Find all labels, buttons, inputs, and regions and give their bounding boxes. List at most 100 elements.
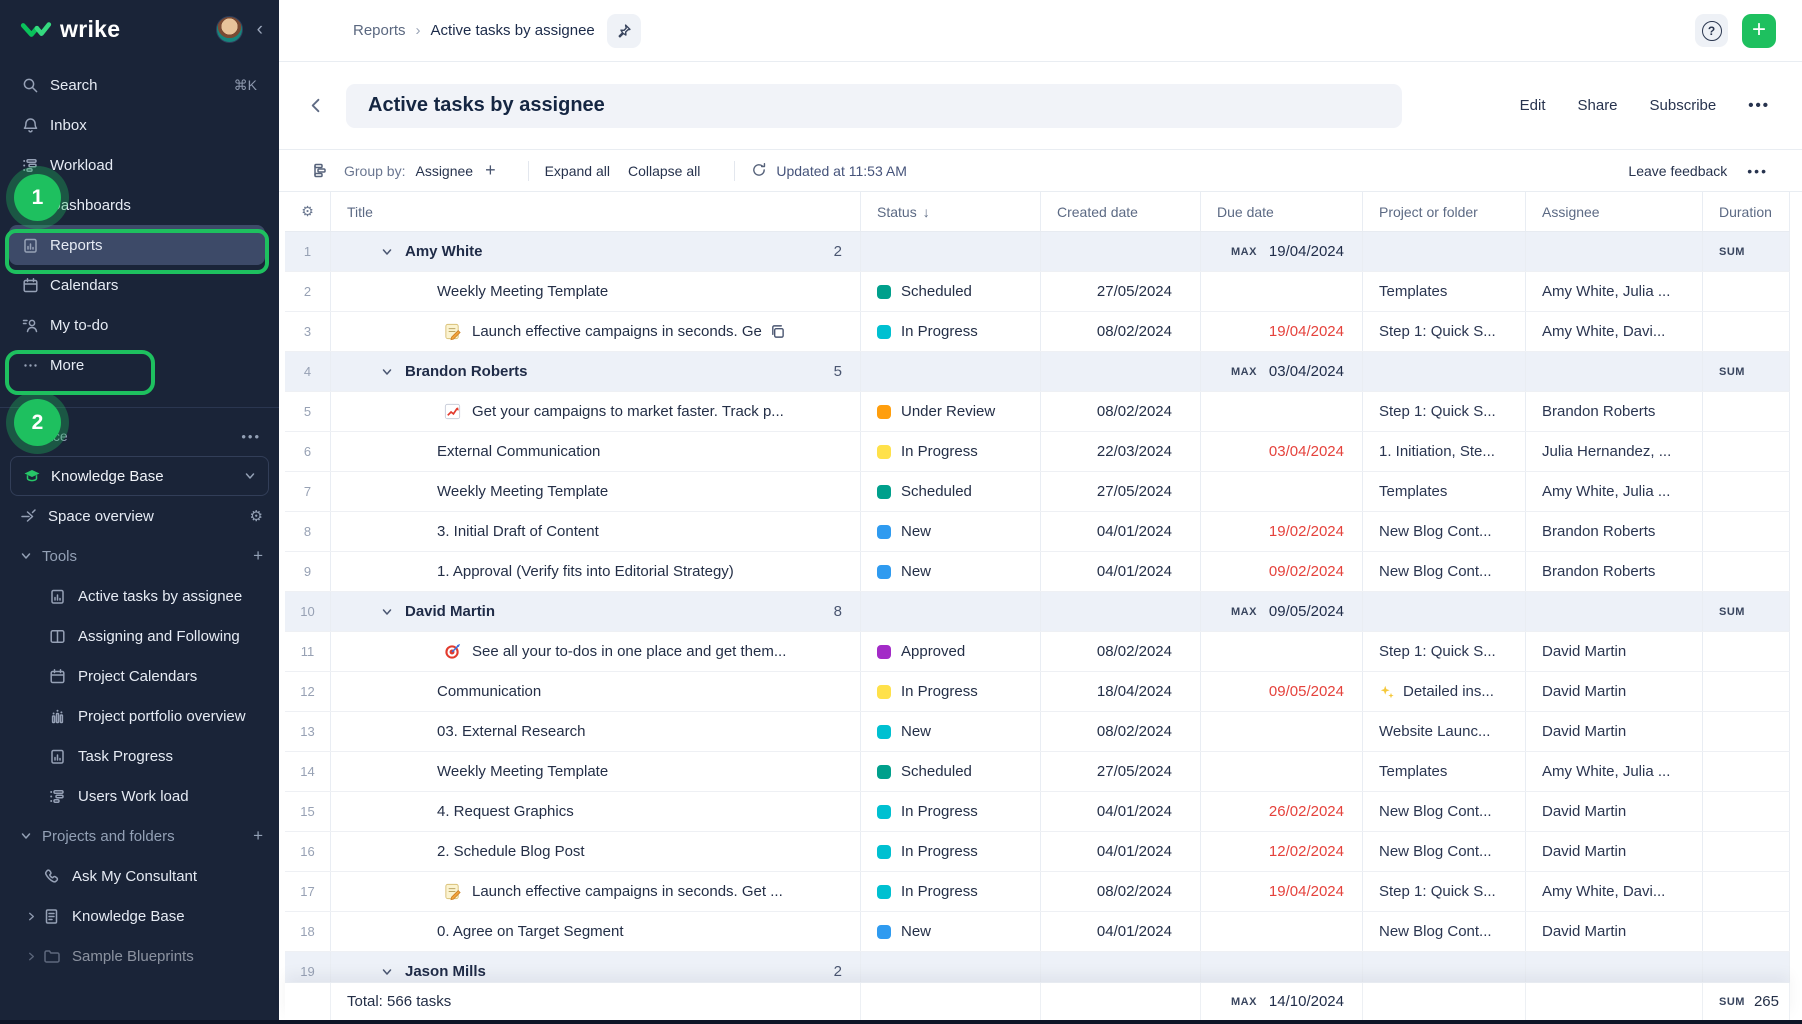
back-icon[interactable] xyxy=(307,96,326,115)
task-title[interactable]: Weekly Meeting Template xyxy=(331,763,608,780)
add-grouping-icon[interactable]: + xyxy=(485,160,496,181)
table-row-task[interactable]: 6External CommunicationIn Progress22/03/… xyxy=(285,432,1790,472)
task-title[interactable]: Launch effective campaigns in seconds. G… xyxy=(331,882,783,902)
status-cell[interactable]: In Progress xyxy=(861,792,1041,831)
project-cell[interactable]: New Blog Cont... xyxy=(1363,912,1526,951)
sidebar-item-reports[interactable]: Reports xyxy=(9,225,265,265)
status-cell[interactable]: In Progress xyxy=(861,432,1041,471)
toolbar-more-icon[interactable]: ••• xyxy=(1747,163,1768,179)
status-cell[interactable]: In Progress xyxy=(861,872,1041,911)
sidebar-item-search[interactable]: Search ⌘K xyxy=(0,65,279,105)
sidebar-collapse-icon[interactable]: ‹ xyxy=(253,18,267,41)
help-button[interactable]: ? xyxy=(1695,14,1728,47)
status-cell[interactable]: Scheduled xyxy=(861,272,1041,311)
chevron-down-icon[interactable] xyxy=(381,606,393,618)
refresh-status[interactable]: Updated at 11:53 AM xyxy=(751,162,907,179)
status-cell[interactable]: New xyxy=(861,712,1041,751)
copy-icon[interactable] xyxy=(770,324,786,339)
project-cell[interactable]: Step 1: Quick S... xyxy=(1363,632,1526,671)
task-title[interactable]: Get your campaigns to market faster. Tra… xyxy=(331,402,784,422)
project-cell[interactable]: Step 1: Quick S... xyxy=(1363,312,1526,351)
tools-section-header[interactable]: Tools + xyxy=(0,536,279,576)
assignee-cell[interactable]: David Martin xyxy=(1526,912,1703,951)
sidebar-item-my-todo[interactable]: My to-do xyxy=(0,305,279,345)
assignee-cell[interactable]: Amy White, Julia ... xyxy=(1526,272,1703,311)
project-cell[interactable]: Templates xyxy=(1363,752,1526,791)
status-cell[interactable]: New xyxy=(861,552,1041,591)
assignee-cell[interactable]: David Martin xyxy=(1526,792,1703,831)
assignee-cell[interactable]: David Martin xyxy=(1526,712,1703,751)
status-cell[interactable]: In Progress xyxy=(861,672,1041,711)
table-row-task[interactable]: 83. Initial Draft of ContentNew04/01/202… xyxy=(285,512,1790,552)
sidebar-tool-assigning[interactable]: Assigning and Following xyxy=(0,616,279,656)
chevron-down-icon[interactable] xyxy=(381,366,393,378)
expand-all-button[interactable]: Expand all xyxy=(545,163,610,179)
table-row-group[interactable]: 10David Martin8MAX09/05/2024SUM xyxy=(285,592,1790,632)
table-row-task[interactable]: 154. Request GraphicsIn Progress04/01/20… xyxy=(285,792,1790,832)
assignee-cell[interactable]: David Martin xyxy=(1526,632,1703,671)
table-row-task[interactable]: 91. Approval (Verify fits into Editorial… xyxy=(285,552,1790,592)
add-project-icon[interactable]: + xyxy=(253,826,263,846)
collapse-all-button[interactable]: Collapse all xyxy=(628,163,700,179)
task-title[interactable]: External Communication xyxy=(331,443,600,460)
task-title[interactable]: 3. Initial Draft of Content xyxy=(331,523,599,540)
sidebar-tool-users-workload[interactable]: Users Work load xyxy=(0,776,279,816)
add-tool-icon[interactable]: + xyxy=(253,546,263,566)
space-menu-icon[interactable]: ••• xyxy=(241,429,261,444)
status-cell[interactable]: Under Review xyxy=(861,392,1041,431)
pin-button[interactable] xyxy=(607,14,641,48)
assignee-cell[interactable]: David Martin xyxy=(1526,832,1703,871)
assignee-cell[interactable]: Amy White, Davi... xyxy=(1526,872,1703,911)
table-row-task[interactable]: 1303. External ResearchNew08/02/2024Webs… xyxy=(285,712,1790,752)
project-cell[interactable]: New Blog Cont... xyxy=(1363,552,1526,591)
column-header-due[interactable]: Due date xyxy=(1201,192,1363,231)
task-title[interactable]: Weekly Meeting Template xyxy=(331,283,608,300)
table-row-task[interactable]: 5Get your campaigns to market faster. Tr… xyxy=(285,392,1790,432)
report-title-input[interactable]: Active tasks by assignee xyxy=(346,84,1402,128)
table-row-task[interactable]: 3Launch effective campaigns in seconds. … xyxy=(285,312,1790,352)
assignee-cell[interactable]: Amy White, Julia ... xyxy=(1526,472,1703,511)
project-cell[interactable]: Templates xyxy=(1363,472,1526,511)
project-cell[interactable]: New Blog Cont... xyxy=(1363,512,1526,551)
leave-feedback-button[interactable]: Leave feedback xyxy=(1628,163,1727,179)
wrike-logo[interactable]: wrike xyxy=(20,16,216,43)
table-row-task[interactable]: 12CommunicationIn Progress18/04/202409/0… xyxy=(285,672,1790,712)
column-header-title[interactable]: Title xyxy=(331,192,861,231)
sidebar-project-ask-my-consultant[interactable]: Ask My Consultant xyxy=(0,856,279,896)
status-cell[interactable]: New xyxy=(861,512,1041,551)
table-row-task[interactable]: 2Weekly Meeting TemplateScheduled27/05/2… xyxy=(285,272,1790,312)
table-row-group[interactable]: 1Amy White2MAX19/04/2024SUM xyxy=(285,232,1790,272)
task-title[interactable]: Launch effective campaigns in seconds. G… xyxy=(331,322,786,342)
project-cell[interactable]: 1. Initiation, Ste... xyxy=(1363,432,1526,471)
status-cell[interactable]: In Progress xyxy=(861,832,1041,871)
sidebar-item-calendars[interactable]: Calendars xyxy=(0,265,279,305)
projects-section-header[interactable]: Projects and folders + xyxy=(0,816,279,856)
sidebar-item-space-overview[interactable]: Space overview ⚙ xyxy=(0,496,279,536)
sidebar-tool-task-progress[interactable]: Task Progress xyxy=(0,736,279,776)
task-title[interactable]: 1. Approval (Verify fits into Editorial … xyxy=(331,563,734,580)
table-row-task[interactable]: 162. Schedule Blog PostIn Progress04/01/… xyxy=(285,832,1790,872)
assignee-cell[interactable]: Amy White, Davi... xyxy=(1526,312,1703,351)
assignee-cell[interactable]: Brandon Roberts xyxy=(1526,392,1703,431)
group-by-value[interactable]: Assignee xyxy=(415,163,473,179)
task-title[interactable]: Communication xyxy=(331,683,541,700)
table-row-task[interactable]: 14Weekly Meeting TemplateScheduled27/05/… xyxy=(285,752,1790,792)
status-cell[interactable]: Scheduled xyxy=(861,752,1041,791)
edit-button[interactable]: Edit xyxy=(1520,97,1546,114)
sidebar-tool-project-calendars[interactable]: Project Calendars xyxy=(0,656,279,696)
sidebar-tool-portfolio[interactable]: Project portfolio overview xyxy=(0,696,279,736)
user-avatar[interactable] xyxy=(216,16,243,43)
project-cell[interactable]: Detailed ins... xyxy=(1363,672,1526,711)
status-cell[interactable]: New xyxy=(861,912,1041,951)
column-header-created[interactable]: Created date xyxy=(1041,192,1201,231)
column-header-duration[interactable]: Duration xyxy=(1703,192,1790,231)
status-cell[interactable]: Approved xyxy=(861,632,1041,671)
create-button[interactable]: + xyxy=(1742,14,1776,48)
task-title[interactable]: See all your to-dos in one place and get… xyxy=(331,642,786,662)
share-button[interactable]: Share xyxy=(1578,97,1618,114)
task-title[interactable]: 0. Agree on Target Segment xyxy=(331,923,624,940)
sidebar-tool-active-tasks[interactable]: Active tasks by assignee xyxy=(0,576,279,616)
project-cell[interactable]: Step 1: Quick S... xyxy=(1363,392,1526,431)
assignee-cell[interactable]: Brandon Roberts xyxy=(1526,512,1703,551)
assignee-cell[interactable]: David Martin xyxy=(1526,672,1703,711)
